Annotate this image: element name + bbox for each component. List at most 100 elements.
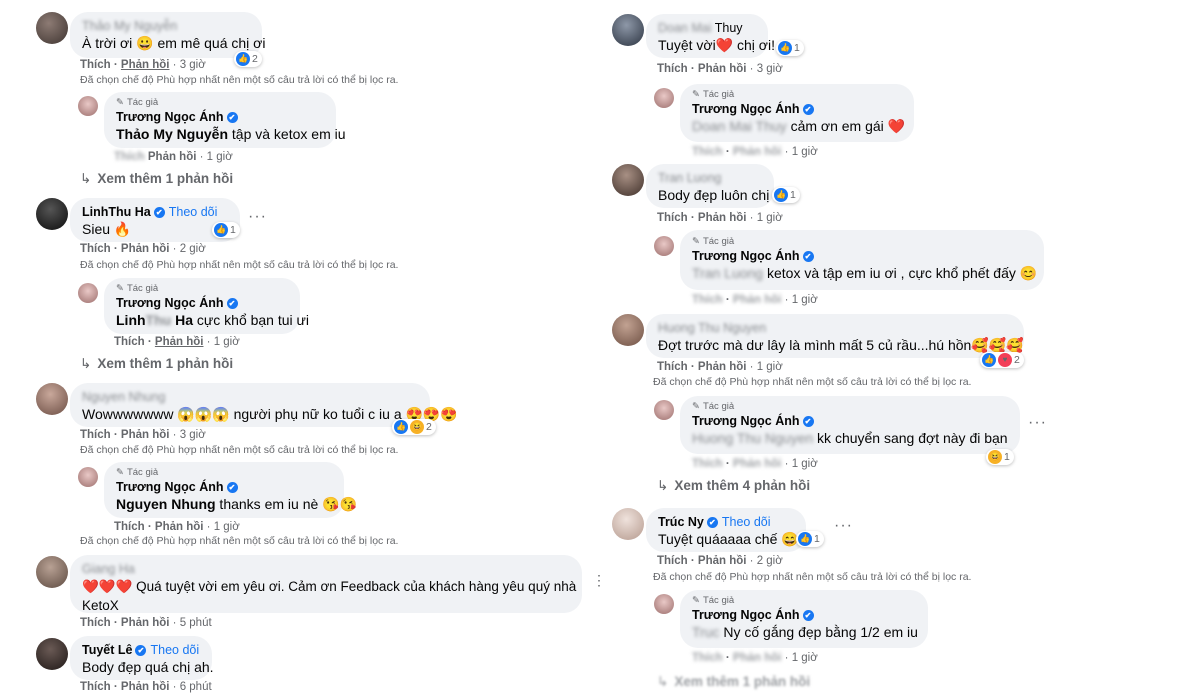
timestamp[interactable]: · 1 giờ — [750, 361, 783, 373]
reply-button[interactable]: Phản hồi — [121, 617, 170, 629]
avatar[interactable] — [612, 164, 644, 196]
reply-author[interactable]: Trương Ngọc Ánh ✔ — [116, 109, 324, 125]
reply-author[interactable]: Trương Ngọc Ánh ✔ — [116, 479, 332, 495]
comment-author[interactable]: Doan Mai Thuy — [658, 20, 756, 36]
author-avatar[interactable] — [78, 467, 98, 487]
comment-author[interactable]: Tuyết Lê ✔ Theo dõi — [82, 642, 200, 658]
timestamp[interactable]: · 6 phút — [173, 681, 212, 693]
author-avatar[interactable] — [654, 400, 674, 420]
timestamp[interactable]: · 1 giờ — [785, 652, 818, 664]
timestamp[interactable]: · 3 giờ — [173, 59, 206, 71]
avatar[interactable] — [612, 314, 644, 346]
like-button[interactable]: Thích — [114, 151, 145, 163]
like-button[interactable]: Thích — [657, 555, 688, 567]
reply-button[interactable]: Phản hồi — [733, 458, 782, 470]
avatar[interactable] — [612, 14, 644, 46]
view-more-replies[interactable]: ↳ Xem thêm 1 phản hồi — [80, 171, 233, 187]
reply-button[interactable]: Phản hồi — [121, 429, 170, 441]
reply-button[interactable]: Phản hồi — [155, 521, 204, 533]
reply-button[interactable]: Phản hồi — [121, 681, 170, 693]
timestamp[interactable]: · 1 giờ — [200, 151, 233, 163]
author-avatar[interactable] — [654, 594, 674, 614]
reaction-count[interactable]: 👍 1 — [212, 222, 240, 238]
comment-author[interactable]: Thảo My Nguyễn — [82, 18, 250, 34]
reply-author[interactable]: Trương Ngọc Ánh ✔ — [116, 295, 288, 311]
view-more-replies[interactable]: ↳ Xem thêm 1 phản hồi — [657, 674, 810, 690]
timestamp[interactable]: · 1 giờ — [785, 146, 818, 158]
like-button[interactable]: Thích — [657, 63, 688, 75]
timestamp[interactable]: · 1 giờ — [750, 212, 783, 224]
like-button[interactable]: Thích — [114, 336, 145, 348]
reply-button[interactable]: Phản hồi — [155, 336, 204, 348]
comment-author[interactable]: LinhThu Ha ✔ Theo dõi — [82, 204, 228, 220]
comment-author[interactable]: Nguyen Nhung — [82, 389, 418, 405]
reply-button[interactable]: Phản hồi — [698, 212, 747, 224]
like-button[interactable]: Thích — [114, 521, 145, 533]
reaction-count[interactable]: 👍 ♥ 2 — [980, 352, 1024, 368]
reply-button[interactable]: Phản hồi — [733, 146, 782, 158]
author-avatar[interactable] — [654, 88, 674, 108]
timestamp[interactable]: · 5 phút — [173, 617, 212, 629]
reply-author[interactable]: Trương Ngọc Ánh ✔ — [692, 413, 1008, 429]
like-button[interactable]: Thích — [657, 361, 688, 373]
like-button[interactable]: Thích — [692, 146, 723, 158]
reply-button[interactable]: Phản hồi — [698, 361, 747, 373]
comment-author[interactable]: Tran Luong — [658, 170, 762, 186]
more-options-icon[interactable]: ··· — [1028, 414, 1047, 432]
follow-button[interactable]: Theo dõi — [169, 205, 218, 219]
timestamp[interactable]: · 2 giờ — [173, 243, 206, 255]
view-more-replies[interactable]: ↳ Xem thêm 4 phản hồi — [657, 478, 810, 494]
like-button[interactable]: Thích — [80, 429, 111, 441]
reaction-count[interactable]: 👍 1 — [772, 187, 800, 203]
timestamp[interactable]: · 1 giờ — [785, 294, 818, 306]
follow-button[interactable]: Theo dõi — [150, 643, 199, 657]
like-button[interactable]: Thích — [657, 212, 688, 224]
avatar[interactable] — [36, 198, 68, 230]
like-button[interactable]: Thích — [80, 681, 111, 693]
reply-author[interactable]: Trương Ngọc Ánh ✔ — [692, 607, 916, 623]
avatar[interactable] — [36, 12, 68, 44]
avatar[interactable] — [36, 383, 68, 415]
reply-button[interactable]: Phản hồi — [121, 59, 170, 71]
timestamp[interactable]: · 3 giờ — [173, 429, 206, 441]
view-more-replies[interactable]: ↳ Xem thêm 1 phản hồi — [80, 356, 233, 372]
timestamp[interactable]: · 1 giờ — [785, 458, 818, 470]
author-avatar[interactable] — [78, 96, 98, 116]
reply-button[interactable]: Phản hồi — [733, 652, 782, 664]
avatar[interactable] — [36, 638, 68, 670]
timestamp[interactable]: · 1 giờ — [207, 521, 240, 533]
timestamp[interactable]: · 1 giờ — [207, 336, 240, 348]
comment-author[interactable]: Giang Ha — [82, 561, 570, 577]
like-button[interactable]: Thích — [80, 59, 111, 71]
like-button[interactable]: Thích — [692, 652, 723, 664]
timestamp[interactable]: · 2 giờ — [750, 555, 783, 567]
avatar[interactable] — [36, 556, 68, 588]
reply-button[interactable]: Phản hồi — [698, 63, 747, 75]
more-options-icon[interactable]: ··· — [248, 208, 267, 226]
reply-author[interactable]: Trương Ngọc Ánh ✔ — [692, 101, 902, 117]
reply-author[interactable]: Trương Ngọc Ánh ✔ — [692, 248, 1032, 264]
author-avatar[interactable] — [78, 283, 98, 303]
timestamp[interactable]: · 3 giờ — [750, 63, 783, 75]
author-avatar[interactable] — [654, 236, 674, 256]
comment-author[interactable]: Huong Thu Nguyen — [658, 320, 1012, 336]
avatar[interactable] — [612, 508, 644, 540]
like-button[interactable]: Thích — [80, 617, 111, 629]
reaction-count[interactable]: 👍 1 — [776, 40, 804, 56]
reaction-count[interactable]: 😆 1 — [986, 449, 1014, 465]
like-button[interactable]: Thích — [692, 294, 723, 306]
like-button[interactable]: Thích — [80, 243, 111, 255]
like-button[interactable]: Thích — [692, 458, 723, 470]
reply-button[interactable]: Phản hồi — [121, 243, 170, 255]
comment-author[interactable]: Trúc Ny ✔ Theo dõi — [658, 514, 794, 530]
reaction-count[interactable]: 👍 1 — [796, 531, 824, 547]
reply-actions: Thích · Phản hồi · 1 giờ — [692, 146, 818, 158]
reaction-count[interactable]: 👍 2 — [234, 51, 262, 67]
reply-button[interactable]: Phản hồi — [698, 555, 747, 567]
reply-button[interactable]: Phản hồi — [733, 294, 782, 306]
reaction-count[interactable]: 👍 😆 2 — [392, 419, 436, 435]
reply-button[interactable]: Phản hồi — [148, 151, 197, 163]
more-options-icon[interactable]: ⋮ — [592, 572, 607, 589]
follow-button[interactable]: Theo dõi — [722, 515, 771, 529]
more-options-icon[interactable]: ··· — [834, 517, 853, 535]
